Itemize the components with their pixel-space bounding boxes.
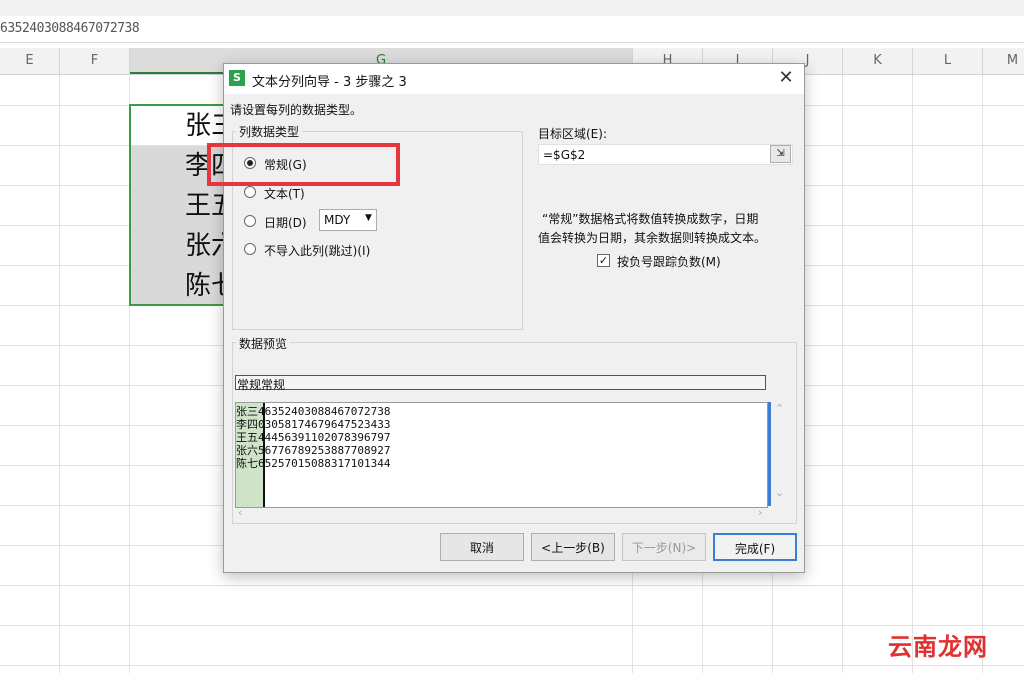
preview-area[interactable]: 张三4635240308846707273​8 李四03058174679647… bbox=[235, 402, 768, 508]
target-range-value: =$G$2 bbox=[543, 148, 586, 162]
grid-line bbox=[842, 75, 843, 673]
preview-active-edge bbox=[768, 402, 771, 506]
preview-row-value: 6525701508831710134​4 bbox=[258, 457, 391, 470]
next-button[interactable]: 下一步(N)> bbox=[622, 533, 706, 561]
target-range-label: 目标区域(E): bbox=[538, 127, 607, 141]
preview-row-name: 张六 bbox=[236, 444, 258, 457]
range-picker-icon[interactable]: ⇲ bbox=[770, 145, 791, 163]
app-logo-icon: S bbox=[229, 70, 245, 86]
preview-label: 数据预览 bbox=[236, 335, 291, 352]
selection-range bbox=[129, 104, 229, 306]
column-header-k[interactable]: K bbox=[843, 48, 913, 74]
radio-skip-label[interactable]: 不导入此列(跳过)(I) bbox=[264, 242, 370, 259]
watermark-text: 云南龙网 bbox=[888, 633, 988, 661]
preview-row: 张三4635240308846707273​8 bbox=[236, 405, 390, 418]
negative-sign-checkbox[interactable]: ✓ bbox=[597, 254, 610, 267]
chevron-down-icon: ▼ bbox=[365, 213, 372, 223]
preview-row-value: 5677678925388770892​7 bbox=[258, 444, 391, 457]
column-type-label: 列数据类型 bbox=[236, 123, 303, 140]
radio-date-label[interactable]: 日期(D) bbox=[264, 214, 307, 231]
preview-row-name: 王五 bbox=[236, 431, 258, 444]
preview-row-value: 4635240308846707273​8 bbox=[258, 405, 391, 418]
text-to-columns-dialog: S 文本分列向导 - 3 步骤之 3 ✕ 请设置每列的数据类型。 列数据类型 常… bbox=[223, 63, 805, 573]
scroll-left-icon[interactable]: ‹ bbox=[238, 506, 242, 519]
highlight-annotation bbox=[207, 143, 400, 186]
preview-row-name: 李四 bbox=[236, 418, 258, 431]
back-button[interactable]: <上一步(B) bbox=[531, 533, 615, 561]
grid-line bbox=[912, 75, 913, 673]
radio-skip[interactable] bbox=[244, 243, 256, 255]
dialog-title: 文本分列向导 - 3 步骤之 3 bbox=[252, 75, 407, 90]
target-range-input[interactable]: =$G$2 bbox=[538, 144, 793, 165]
preview-header-text: 常规常规 bbox=[237, 378, 286, 392]
preview-row-name: 张三 bbox=[236, 405, 258, 418]
formula-value[interactable]: 6352403088467072738 bbox=[0, 21, 140, 36]
column-header-m[interactable]: M bbox=[983, 48, 1024, 74]
formula-bar[interactable]: 6352403088467072738 bbox=[0, 16, 1024, 43]
column-header-l[interactable]: L bbox=[913, 48, 983, 74]
description-line-1: “常规”数据格式将数值转换成数字，日期 bbox=[542, 212, 759, 226]
preview-row: 陈七6525701508831710134​4 bbox=[236, 457, 390, 470]
preview-row: 张六5677678925388770892​7 bbox=[236, 444, 390, 457]
radio-date[interactable] bbox=[244, 215, 256, 227]
column-header-e[interactable]: E bbox=[0, 48, 60, 74]
scroll-down-icon[interactable]: ⌄ bbox=[775, 486, 784, 499]
radio-text[interactable] bbox=[244, 186, 256, 198]
finish-button[interactable]: 完成(F) bbox=[713, 533, 797, 561]
instruction-text: 请设置每列的数据类型。 bbox=[230, 103, 363, 117]
preview-row: 李四0305817467964752343​3 bbox=[236, 418, 390, 431]
preview-row-value: 0305817467964752343​3 bbox=[258, 418, 391, 431]
date-format-value: MDY bbox=[324, 213, 351, 227]
scroll-right-icon[interactable]: › bbox=[758, 506, 762, 519]
ribbon-strip bbox=[0, 0, 1024, 17]
cancel-button[interactable]: 取消 bbox=[440, 533, 524, 561]
scroll-up-icon[interactable]: ⌃ bbox=[775, 402, 784, 415]
date-format-select[interactable]: MDY ▼ bbox=[319, 209, 377, 231]
radio-text-label[interactable]: 文本(T) bbox=[264, 185, 305, 202]
dialog-titlebar[interactable]: S 文本分列向导 - 3 步骤之 3 ✕ bbox=[224, 64, 804, 94]
description-line-2: 值会转换为日期，其余数据则转换成文本。 bbox=[538, 231, 767, 245]
column-header-f[interactable]: F bbox=[60, 48, 130, 74]
preview-row: 王五4445639110207839679​7 bbox=[236, 431, 390, 444]
preview-header: 常规常规 bbox=[235, 375, 766, 392]
grid-line bbox=[982, 75, 983, 673]
preview-row-value: 4445639110207839679​7 bbox=[258, 431, 391, 444]
grid-line bbox=[59, 75, 60, 673]
preview-row-name: 陈七 bbox=[236, 457, 258, 470]
negative-sign-label[interactable]: 按负号跟踪负数(M) bbox=[617, 253, 721, 270]
close-icon[interactable]: ✕ bbox=[776, 68, 796, 88]
